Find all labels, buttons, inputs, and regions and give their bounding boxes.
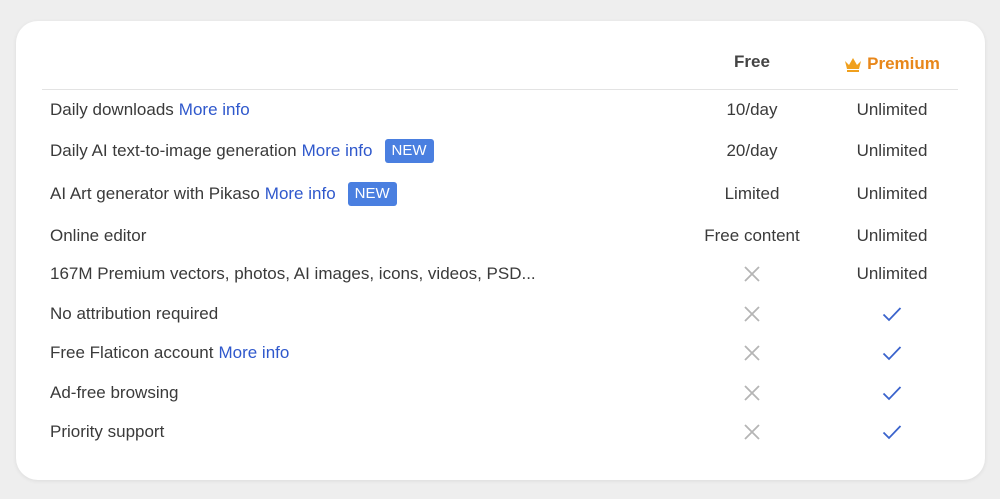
- table-row: Free Flaticon account More info: [50, 338, 958, 368]
- free-value: Free content: [704, 226, 800, 245]
- premium-value: Unlimited: [856, 264, 928, 283]
- cross-icon: [744, 424, 760, 440]
- feature-label: Online editor: [50, 226, 147, 245]
- check-icon: [882, 386, 902, 401]
- free-value: [682, 384, 822, 402]
- feature-label: Free Flaticon account: [50, 343, 214, 362]
- check-icon: [882, 346, 902, 361]
- more-info-link[interactable]: More info: [218, 343, 289, 363]
- feature-cell: Daily AI text-to-image generation More i…: [50, 139, 682, 163]
- crown-icon: [844, 57, 862, 72]
- feature-cell: Free Flaticon account More info: [50, 343, 682, 363]
- table-row: AI Art generator with Pikaso More info N…: [50, 179, 958, 209]
- free-value: Limited: [724, 184, 780, 203]
- feature-cell: No attribution required: [50, 304, 682, 324]
- feature-cell: AI Art generator with Pikaso More info N…: [50, 182, 682, 206]
- free-value: [682, 344, 822, 362]
- column-header-free: Free: [734, 52, 770, 71]
- column-header-premium: Premium: [822, 54, 962, 74]
- cross-icon: [744, 266, 760, 282]
- feature-label: Daily downloads: [50, 100, 174, 119]
- more-info-link[interactable]: More info: [265, 184, 336, 204]
- premium-value: [822, 345, 962, 361]
- feature-cell: Online editor: [50, 226, 682, 246]
- comparison-card: Free Premium Daily downloads More info 1…: [16, 21, 985, 480]
- premium-label: Premium: [867, 54, 940, 73]
- check-icon: [882, 307, 902, 322]
- new-badge: NEW: [347, 182, 397, 206]
- table-row: 167M Premium vectors, photos, AI images,…: [50, 259, 958, 289]
- new-badge: NEW: [384, 139, 434, 163]
- premium-value: [822, 385, 962, 401]
- table-row: No attribution required: [50, 299, 958, 329]
- check-icon: [882, 425, 902, 440]
- cross-icon: [744, 385, 760, 401]
- premium-value: Unlimited: [856, 141, 928, 160]
- feature-label: AI Art generator with Pikaso: [50, 184, 260, 203]
- premium-value: Unlimited: [856, 100, 928, 119]
- table-row: Daily downloads More info 10/day Unlimit…: [50, 95, 958, 125]
- free-value: 20/day: [726, 141, 778, 160]
- table-row: Online editor Free content Unlimited: [50, 221, 958, 251]
- feature-cell: Priority support: [50, 422, 682, 442]
- feature-label: No attribution required: [50, 304, 219, 323]
- free-value: [682, 305, 822, 323]
- premium-value: Unlimited: [856, 184, 928, 203]
- free-value: 10/day: [726, 100, 778, 119]
- feature-label: Ad-free browsing: [50, 383, 179, 402]
- more-info-link[interactable]: More info: [179, 100, 250, 120]
- feature-cell: 167M Premium vectors, photos, AI images,…: [50, 264, 682, 284]
- feature-label: 167M Premium vectors, photos, AI images,…: [50, 264, 536, 283]
- feature-label: Daily AI text-to-image generation: [50, 141, 297, 160]
- free-value: [682, 423, 822, 441]
- table-header: Free Premium: [42, 21, 958, 90]
- feature-cell: Ad-free browsing: [50, 383, 682, 403]
- table-row: Ad-free browsing: [50, 378, 958, 408]
- free-value: [682, 265, 822, 283]
- feature-label: Priority support: [50, 422, 165, 441]
- premium-value: [822, 306, 962, 322]
- table-row: Daily AI text-to-image generation More i…: [50, 136, 958, 166]
- premium-value: [822, 424, 962, 440]
- feature-cell: Daily downloads More info: [50, 100, 682, 120]
- premium-value: Unlimited: [856, 226, 928, 245]
- cross-icon: [744, 345, 760, 361]
- more-info-link[interactable]: More info: [302, 141, 373, 161]
- table-row: Priority support: [50, 417, 958, 447]
- cross-icon: [744, 306, 760, 322]
